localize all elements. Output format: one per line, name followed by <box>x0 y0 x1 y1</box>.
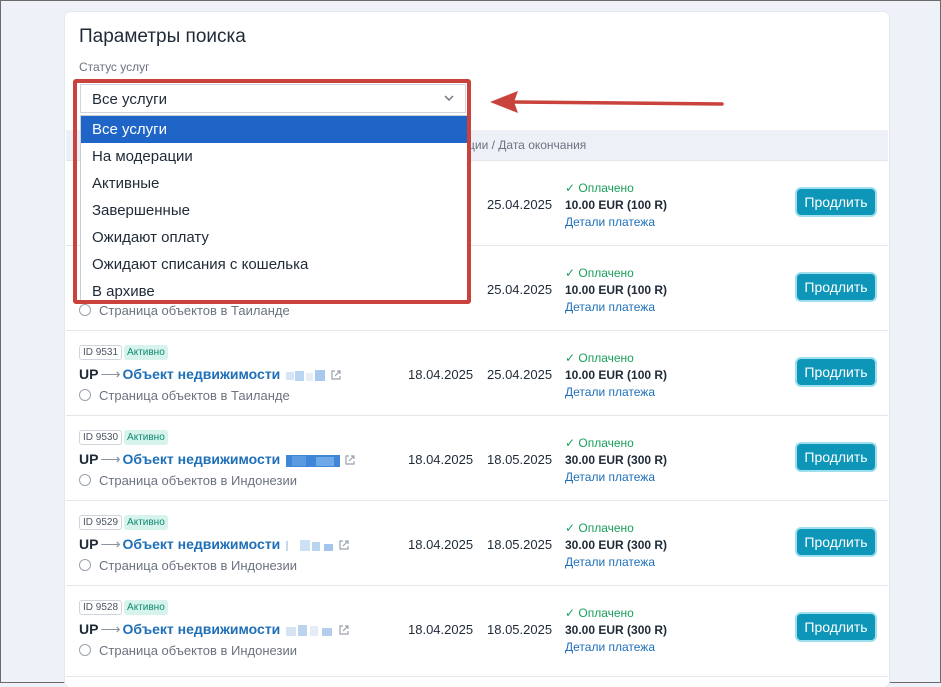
listing-page: Страница объектов в Индонезии <box>79 558 297 573</box>
id-badge: ID 9531 <box>79 345 123 360</box>
payment-amount: 30.00 EUR (300 R) <box>565 538 668 552</box>
page-icon <box>79 644 91 656</box>
external-link-icon[interactable] <box>330 369 342 381</box>
status-filter-label: Статус услуг <box>79 60 150 74</box>
payment-status: ✓ Оплачено <box>565 181 634 195</box>
arrow-right-icon: ⟶ <box>100 451 121 467</box>
object-link[interactable]: Объект недвижимости <box>123 451 281 467</box>
payment-details-link[interactable]: Детали платежа <box>565 640 655 654</box>
payment-details-link[interactable]: Детали платежа <box>565 215 655 229</box>
payment-amount: 10.00 EUR (100 R) <box>565 368 668 382</box>
table-row: ID 9530 Активно UP ⟶ Объект недвижимости Ст… <box>66 415 888 501</box>
listing-page: Страница объектов в Таиланде <box>79 388 290 403</box>
id-badge: ID 9530 <box>79 430 123 445</box>
payment-details-link[interactable]: Детали платежа <box>565 300 655 314</box>
listing-page-label: Страница объектов в Таиланде <box>99 388 290 403</box>
id-badge: ID 9529 <box>79 515 123 530</box>
table-header-date-column: ции / Дата окончания <box>468 138 587 152</box>
end-date: 25.04.2025 <box>487 282 553 297</box>
service-type: UP <box>79 621 99 637</box>
page-icon <box>79 304 91 316</box>
listing-page-label: Страница объектов в Индонезии <box>99 558 297 573</box>
page-icon <box>79 559 91 571</box>
payment-amount: 30.00 EUR (300 R) <box>565 453 668 467</box>
service-type: UP <box>79 451 99 467</box>
external-link-icon[interactable] <box>338 539 350 551</box>
end-date: 18.05.2025 <box>487 622 553 637</box>
start-date: 18.04.2025 <box>408 367 474 382</box>
start-date: 18.04.2025 <box>408 452 474 467</box>
extend-button[interactable]: Продлить <box>797 274 875 300</box>
redacted-name <box>286 454 341 467</box>
payment-details-link[interactable]: Детали платежа <box>565 555 655 569</box>
page-icon <box>79 474 91 486</box>
table-row: ID 9529 Активно UP ⟶ Объект недвижимости Ст… <box>66 500 888 586</box>
status-badge: Активно <box>124 345 168 360</box>
status-badge: Активно <box>124 600 168 615</box>
arrow-right-icon: ⟶ <box>100 366 121 382</box>
external-link-icon[interactable] <box>344 454 356 466</box>
status-badge: Активно <box>124 430 168 445</box>
extend-button[interactable]: Продлить <box>797 529 875 555</box>
extend-button[interactable]: Продлить <box>797 444 875 470</box>
external-link-icon[interactable] <box>338 624 350 636</box>
extend-button[interactable]: Продлить <box>797 614 875 640</box>
payment-amount: 10.00 EUR (100 R) <box>565 283 668 297</box>
page-icon <box>79 389 91 401</box>
object-link[interactable]: Объект недвижимости <box>123 536 281 552</box>
end-date: 18.05.2025 <box>487 452 553 467</box>
redacted-name <box>286 369 326 381</box>
start-date: 18.04.2025 <box>408 537 474 552</box>
payment-amount: 10.00 EUR (100 R) <box>565 198 668 212</box>
redacted-name <box>286 624 333 636</box>
payment-status: ✓ Оплачено <box>565 521 634 535</box>
id-badge: ID 9528 <box>79 600 123 615</box>
table-row: ID 9531 Активно UP ⟶ Объект недвижимости Ст… <box>66 330 888 416</box>
listing-page: Страница объектов в Индонезии <box>79 473 297 488</box>
end-date: 25.04.2025 <box>487 197 553 212</box>
service-type: UP <box>79 366 99 382</box>
annotation-arrow-icon <box>490 91 724 113</box>
start-date: 18.04.2025 <box>408 622 474 637</box>
payment-details-link[interactable]: Детали платежа <box>565 385 655 399</box>
redacted-name <box>286 539 334 551</box>
object-link[interactable]: Объект недвижимости <box>123 621 281 637</box>
extend-button[interactable]: Продлить <box>797 359 875 385</box>
end-date: 25.04.2025 <box>487 367 553 382</box>
status-badge: Активно <box>124 515 168 530</box>
service-type: UP <box>79 536 99 552</box>
payment-status: ✓ Оплачено <box>565 351 634 365</box>
arrow-right-icon: ⟶ <box>100 621 121 637</box>
annotation-highlight-box <box>73 79 471 304</box>
table-row: ID 9528 Активно UP ⟶ Объект недвижимости Ст… <box>66 585 888 677</box>
payment-status: ✓ Оплачено <box>565 266 634 280</box>
arrow-right-icon: ⟶ <box>100 536 121 552</box>
extend-button[interactable]: Продлить <box>797 189 875 215</box>
listing-page-label: Страница объектов в Таиланде <box>99 303 290 318</box>
payment-status: ✓ Оплачено <box>565 436 634 450</box>
page-title: Параметры поиска <box>79 26 246 47</box>
object-link[interactable]: Объект недвижимости <box>123 366 281 382</box>
listing-page-label: Страница объектов в Индонезии <box>99 643 297 658</box>
payment-details-link[interactable]: Детали платежа <box>565 470 655 484</box>
listing-page: Страница объектов в Таиланде <box>79 303 290 318</box>
listing-page: Страница объектов в Индонезии <box>79 643 297 658</box>
payment-amount: 30.00 EUR (300 R) <box>565 623 668 637</box>
payment-status: ✓ Оплачено <box>565 606 634 620</box>
listing-page-label: Страница объектов в Индонезии <box>99 473 297 488</box>
end-date: 18.05.2025 <box>487 537 553 552</box>
